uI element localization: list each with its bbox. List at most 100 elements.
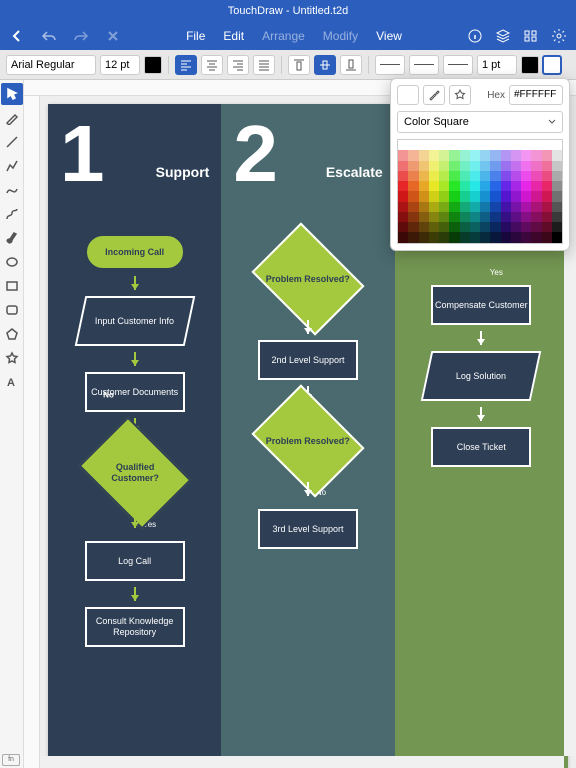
color-cell[interactable] — [521, 191, 531, 201]
favorite-icon[interactable] — [449, 85, 471, 105]
color-cell[interactable] — [408, 171, 418, 181]
color-cell[interactable] — [429, 161, 439, 171]
color-cell[interactable] — [398, 202, 408, 212]
color-cell[interactable] — [419, 161, 429, 171]
color-cell[interactable] — [490, 161, 500, 171]
color-cell[interactable] — [542, 212, 552, 222]
color-cell[interactable] — [398, 140, 408, 150]
color-cell[interactable] — [449, 232, 459, 242]
color-cell[interactable] — [419, 232, 429, 242]
back-icon[interactable] — [8, 27, 26, 45]
color-cell[interactable] — [419, 202, 429, 212]
color-cell[interactable] — [542, 150, 552, 160]
color-cell[interactable] — [542, 140, 552, 150]
color-cell[interactable] — [419, 212, 429, 222]
color-cell[interactable] — [542, 202, 552, 212]
color-cell[interactable] — [460, 202, 470, 212]
color-cell[interactable] — [552, 171, 562, 181]
color-cell[interactable] — [480, 181, 490, 191]
color-cell[interactable] — [449, 140, 459, 150]
color-cell[interactable] — [408, 202, 418, 212]
color-cell[interactable] — [501, 232, 511, 242]
pen-tool[interactable] — [1, 107, 23, 129]
menu-view[interactable]: View — [376, 29, 402, 43]
align-justify-button[interactable] — [253, 55, 275, 75]
color-cell[interactable] — [439, 212, 449, 222]
color-cell[interactable] — [511, 150, 521, 160]
eyedropper-icon[interactable] — [423, 85, 445, 105]
color-cell[interactable] — [531, 171, 541, 181]
color-cell[interactable] — [521, 202, 531, 212]
color-cell[interactable] — [398, 171, 408, 181]
menu-modify[interactable]: Modify — [323, 29, 358, 43]
brush-tool[interactable] — [1, 227, 23, 249]
color-cell[interactable] — [480, 150, 490, 160]
scrollbar-horizontal[interactable] — [40, 756, 564, 768]
color-cell[interactable] — [470, 171, 480, 181]
shape-process[interactable]: Customer Documents — [85, 372, 185, 412]
color-cell[interactable] — [542, 222, 552, 232]
color-cell[interactable] — [439, 222, 449, 232]
line-end-style[interactable] — [443, 55, 473, 75]
color-cell[interactable] — [480, 191, 490, 201]
color-cell[interactable] — [419, 191, 429, 201]
color-cell[interactable] — [470, 140, 480, 150]
color-cell[interactable] — [552, 191, 562, 201]
color-cell[interactable] — [501, 222, 511, 232]
color-cell[interactable] — [480, 161, 490, 171]
color-cell[interactable] — [480, 140, 490, 150]
color-cell[interactable] — [429, 191, 439, 201]
shape-process[interactable]: Log Call — [85, 541, 185, 581]
color-cell[interactable] — [408, 150, 418, 160]
color-cell[interactable] — [398, 161, 408, 171]
color-cell[interactable] — [521, 150, 531, 160]
redo-icon[interactable] — [72, 27, 90, 45]
color-cell[interactable] — [552, 140, 562, 150]
color-cell[interactable] — [490, 202, 500, 212]
color-cell[interactable] — [449, 171, 459, 181]
color-cell[interactable] — [419, 222, 429, 232]
stroke-color-swatch[interactable] — [521, 56, 539, 74]
color-cell[interactable] — [542, 171, 552, 181]
color-cell[interactable] — [542, 232, 552, 242]
font-size-select[interactable]: 12 pt — [100, 55, 140, 75]
color-cell[interactable] — [501, 181, 511, 191]
shape-process[interactable]: Close Ticket — [431, 427, 531, 467]
color-cell[interactable] — [552, 181, 562, 191]
color-cell[interactable] — [470, 222, 480, 232]
color-cell[interactable] — [470, 202, 480, 212]
color-cell[interactable] — [531, 181, 541, 191]
hex-input[interactable]: #FFFFFF — [509, 85, 563, 105]
color-cell[interactable] — [501, 191, 511, 201]
color-cell[interactable] — [398, 212, 408, 222]
color-cell[interactable] — [511, 171, 521, 181]
color-cell[interactable] — [480, 222, 490, 232]
color-cell[interactable] — [511, 212, 521, 222]
color-cell[interactable] — [521, 140, 531, 150]
color-cell[interactable] — [460, 150, 470, 160]
color-cell[interactable] — [490, 191, 500, 201]
color-cell[interactable] — [480, 212, 490, 222]
color-cell[interactable] — [511, 181, 521, 191]
line-tool[interactable] — [1, 131, 23, 153]
color-cell[interactable] — [449, 202, 459, 212]
color-cell[interactable] — [408, 212, 418, 222]
color-cell[interactable] — [429, 222, 439, 232]
color-cell[interactable] — [460, 171, 470, 181]
roundrect-tool[interactable] — [1, 299, 23, 321]
layers-icon[interactable] — [494, 27, 512, 45]
menu-edit[interactable]: Edit — [223, 29, 244, 43]
undo-icon[interactable] — [40, 27, 58, 45]
color-cell[interactable] — [460, 222, 470, 232]
shape-data[interactable]: Input Customer Info — [74, 296, 195, 346]
color-cell[interactable] — [501, 212, 511, 222]
shape-terminator[interactable]: Incoming Call — [85, 234, 185, 270]
color-cell[interactable] — [449, 161, 459, 171]
ellipse-tool[interactable] — [1, 251, 23, 273]
color-cell[interactable] — [531, 212, 541, 222]
color-cell[interactable] — [511, 232, 521, 242]
color-cell[interactable] — [429, 212, 439, 222]
color-mode-select[interactable]: Color Square — [397, 111, 563, 133]
color-cell[interactable] — [408, 140, 418, 150]
color-cell[interactable] — [531, 202, 541, 212]
